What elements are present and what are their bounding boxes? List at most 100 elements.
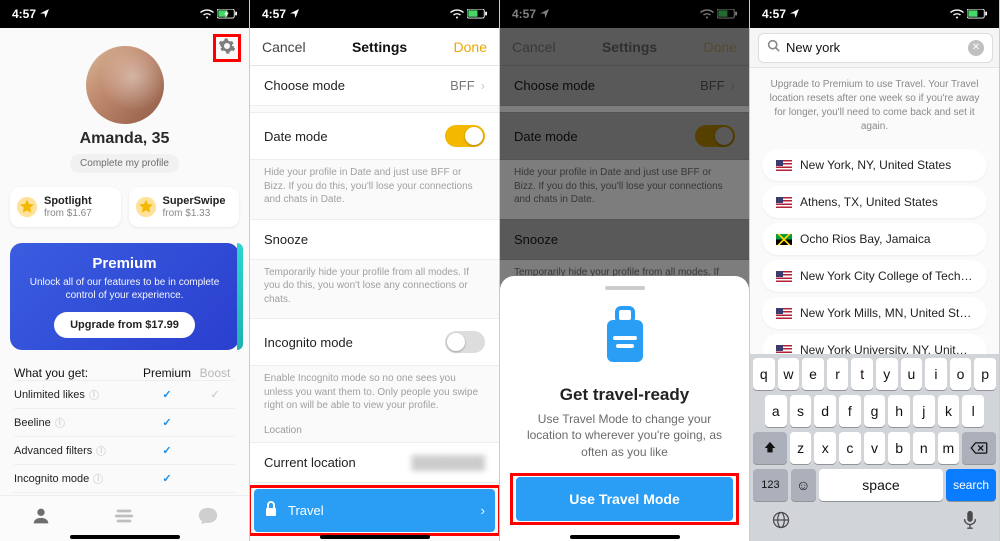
key-z[interactable]: z [790, 432, 812, 464]
col-what: What you get: [14, 366, 139, 380]
result-label: New York, NY, United States [800, 158, 951, 172]
complete-profile-button[interactable]: Complete my profile [70, 154, 179, 173]
superswipe-card[interactable]: SuperSwipefrom $1.33 [129, 187, 240, 227]
row-label: Snooze [264, 232, 308, 247]
info-icon[interactable]: i [93, 474, 103, 484]
current-location-row[interactable]: Current location ████████ [250, 442, 499, 483]
screen-search: 4:57 ✕ Cancel Upgrade to Premium to use … [750, 0, 1000, 541]
row-label: Choose mode [264, 78, 345, 93]
grabber[interactable] [605, 286, 645, 290]
done-button[interactable]: Done [454, 39, 487, 55]
feature-label: Unlimited likes [14, 389, 85, 401]
wifi-icon [200, 9, 214, 19]
key-l[interactable]: l [962, 395, 984, 427]
avatar[interactable] [86, 46, 164, 124]
search-result[interactable]: New York, NY, United States [762, 149, 987, 181]
search-input-wrap[interactable]: ✕ [758, 33, 993, 63]
numbers-key[interactable]: 123 [753, 469, 788, 501]
spotlight-title: Spotlight [44, 195, 92, 208]
key-a[interactable]: a [765, 395, 787, 427]
clear-icon[interactable]: ✕ [968, 40, 984, 56]
home-indicator [320, 535, 430, 539]
search-result[interactable]: Ocho Rios Bay, Jamaica [762, 223, 987, 255]
accent-bar [237, 243, 243, 350]
profile-tab-icon[interactable] [30, 505, 52, 532]
chevron-right-icon: › [481, 78, 485, 93]
key-c[interactable]: c [839, 432, 861, 464]
row-label: Date mode [264, 129, 328, 144]
cancel-button[interactable]: Cancel [262, 39, 306, 55]
toggle-on[interactable] [445, 125, 485, 147]
space-key[interactable]: space [819, 469, 943, 501]
search-result[interactable]: New York City College of Technology, NY,… [762, 260, 987, 292]
lock-icon [264, 501, 278, 520]
key-y[interactable]: y [876, 358, 898, 390]
search-bar: ✕ Cancel [750, 28, 999, 68]
key-i[interactable]: i [925, 358, 947, 390]
info-icon[interactable]: i [55, 418, 65, 428]
upgrade-button[interactable]: Upgrade from $17.99 [54, 312, 195, 338]
gear-icon[interactable] [218, 37, 236, 60]
screen-settings: 4:57 Cancel Settings Done Choose mode BF… [250, 0, 500, 541]
flag-icon [776, 308, 792, 319]
travel-row[interactable]: Travel › [254, 489, 495, 532]
key-w[interactable]: w [778, 358, 800, 390]
travel-sheet: Get travel-ready Use Travel Mode to chan… [500, 276, 749, 541]
key-m[interactable]: m [938, 432, 960, 464]
chevron-right-icon: › [481, 503, 485, 518]
globe-key[interactable] [771, 510, 791, 535]
snooze-row[interactable]: Snooze [250, 219, 499, 260]
info-icon[interactable]: i [89, 390, 99, 400]
key-q[interactable]: q [753, 358, 775, 390]
key-x[interactable]: x [814, 432, 836, 464]
search-input[interactable] [786, 40, 962, 55]
feature-row: Beelinei✓ [14, 408, 235, 436]
incognito-row[interactable]: Incognito mode [250, 318, 499, 366]
key-r[interactable]: r [827, 358, 849, 390]
key-b[interactable]: b [888, 432, 910, 464]
key-h[interactable]: h [888, 395, 910, 427]
search-result[interactable]: Athens, TX, United States [762, 186, 987, 218]
suitcase-icon [516, 306, 733, 373]
key-k[interactable]: k [938, 395, 960, 427]
premium-card[interactable]: Premium Unlock all of our features to be… [10, 243, 239, 350]
shift-key[interactable] [753, 432, 787, 464]
mic-key[interactable] [962, 510, 978, 535]
key-e[interactable]: e [802, 358, 824, 390]
key-u[interactable]: u [901, 358, 923, 390]
status-bar: 4:57 [750, 0, 999, 28]
location-arrow-icon [40, 7, 49, 21]
premium-check: ✓ [139, 472, 195, 485]
use-travel-button[interactable]: Use Travel Mode [516, 477, 733, 521]
toggle-off[interactable] [445, 331, 485, 353]
chat-tab-icon[interactable] [197, 505, 219, 532]
result-label: New York City College of Technology, NY,… [800, 269, 973, 283]
emoji-key[interactable]: ☺ [791, 469, 816, 501]
key-d[interactable]: d [814, 395, 836, 427]
key-n[interactable]: n [913, 432, 935, 464]
star-icon [135, 196, 157, 218]
key-v[interactable]: v [864, 432, 886, 464]
key-g[interactable]: g [864, 395, 886, 427]
key-j[interactable]: j [913, 395, 935, 427]
hive-tab-icon[interactable] [112, 505, 136, 532]
col-boost: Boost [195, 366, 235, 380]
keyboard: qwertyuiop asdfghjkl zxcvbnm 123 ☺ space… [750, 354, 999, 541]
key-s[interactable]: s [790, 395, 812, 427]
key-o[interactable]: o [950, 358, 972, 390]
choose-mode-row[interactable]: Choose mode BFF› [250, 66, 499, 106]
spotlight-card[interactable]: Spotlightfrom $1.67 [10, 187, 121, 227]
backspace-key[interactable] [962, 432, 996, 464]
search-result[interactable]: New York Mills, MN, United States [762, 297, 987, 329]
row-label: Current location [264, 455, 356, 470]
status-icons [950, 9, 987, 19]
key-f[interactable]: f [839, 395, 861, 427]
search-key[interactable]: search [946, 469, 996, 501]
key-t[interactable]: t [851, 358, 873, 390]
star-icon [16, 196, 38, 218]
status-bar: 4:57 [0, 0, 249, 28]
key-p[interactable]: p [974, 358, 996, 390]
info-icon[interactable]: i [96, 446, 106, 456]
premium-check: ✓ [139, 416, 195, 429]
date-mode-row[interactable]: Date mode [250, 112, 499, 160]
